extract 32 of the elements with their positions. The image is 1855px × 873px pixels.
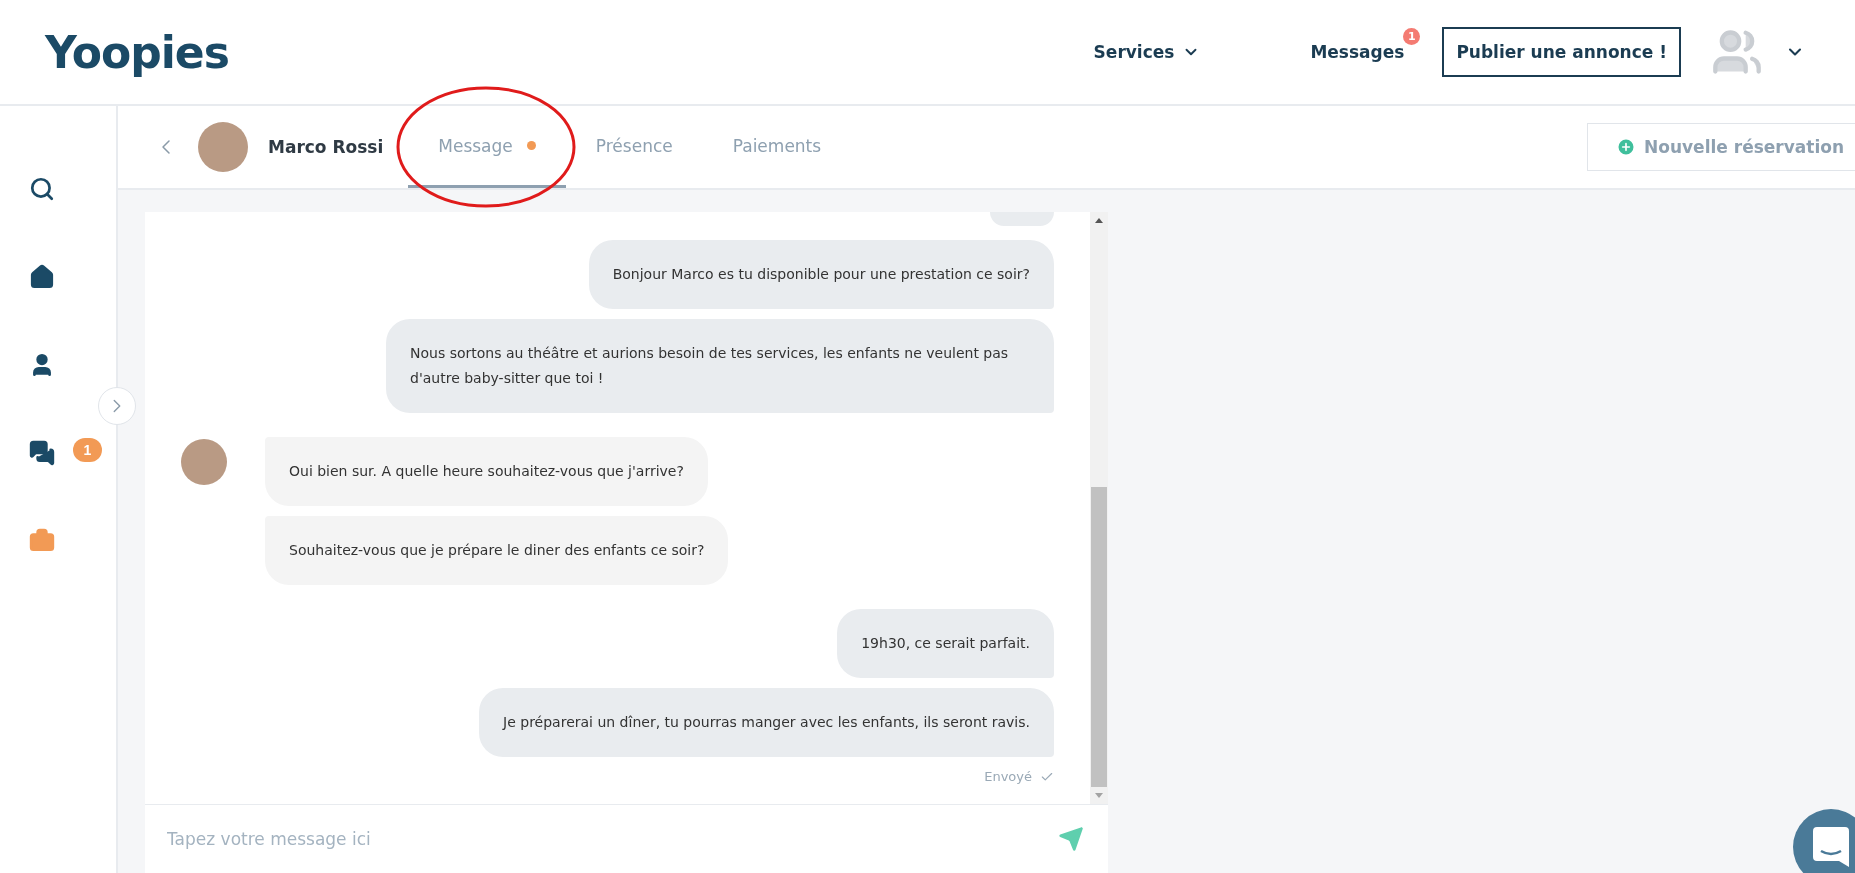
expand-button[interactable]	[98, 387, 136, 425]
notification-badge: 1	[73, 438, 102, 462]
logo[interactable]: Yoopies	[45, 26, 229, 78]
message-bubble: Oui bien sur. A quelle heure souhaitez-vous que j'arrive?	[265, 437, 708, 506]
tab[interactable]: Présence	[565, 106, 703, 188]
nav-link[interactable]: Messages	[1310, 42, 1405, 62]
delivery-status: Envoyé	[984, 769, 1032, 784]
send-button[interactable]	[1058, 826, 1084, 852]
send-icon	[1058, 826, 1084, 852]
notification-badge: 1	[1403, 28, 1421, 45]
new-booking-button[interactable]: Nouvelle réservation	[1587, 123, 1855, 171]
chat-bubbles-icon	[29, 440, 55, 466]
message-bubble: Nous sortons au théâtre et aurions besoin de tes services, les enfants ne veulent pas d'autre baby-sitter que toi !	[386, 319, 1054, 413]
chat-icon	[1813, 827, 1849, 867]
briefcase-icon	[29, 528, 55, 554]
message-bubble: Souhaitez-vous que je prépare le diner des enfants ce soir?	[265, 516, 729, 585]
tab[interactable]: Paiements	[702, 106, 852, 188]
message-field[interactable]: Tapez votre message ici	[165, 828, 1058, 850]
message-bubble: Je préparerai un dîner, tu pourras manger avec les enfants, ils seront ravis.	[479, 688, 1054, 757]
message-bubble: Bonjour Marco es tu disponible pour une prestation ce soir?	[588, 240, 1054, 309]
scrollbar[interactable]	[1090, 212, 1108, 804]
nav-link[interactable]: Services	[1093, 42, 1201, 62]
home-icon	[29, 264, 55, 290]
sidebar-item[interactable]	[29, 176, 55, 202]
contact-name: Marco Rossi	[268, 137, 384, 157]
message-bubble: 19h30, ce serait parfait.	[837, 609, 1054, 678]
search-icon	[29, 176, 55, 202]
avatar	[181, 439, 227, 485]
publish-button[interactable]: Publier une annonce !	[1442, 27, 1681, 77]
sidebar-item[interactable]	[29, 264, 55, 290]
plus-circle-icon	[1616, 137, 1637, 157]
avatar	[198, 122, 248, 172]
